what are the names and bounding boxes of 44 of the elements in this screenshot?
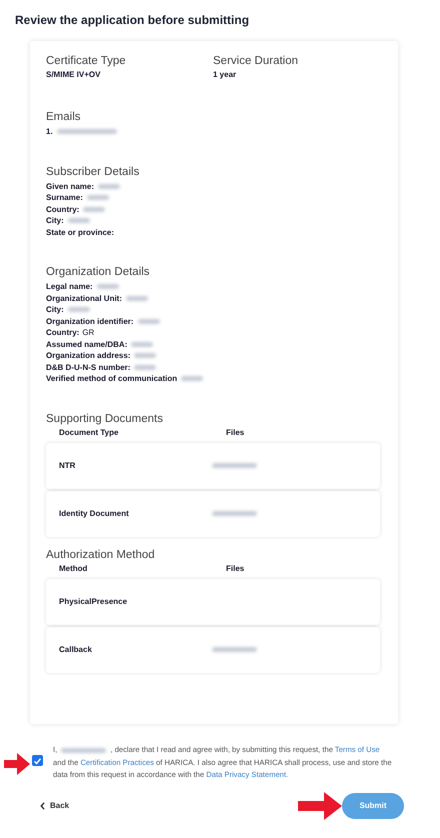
field-label: Organizational Unit: xyxy=(46,294,122,303)
field-label: State or province: xyxy=(46,228,114,237)
redacted-value xyxy=(212,463,257,468)
section-heading: Emails xyxy=(46,111,82,123)
redacted-value xyxy=(212,647,257,652)
column-header: Method xyxy=(59,564,88,572)
table-cell-text: Callback xyxy=(59,645,93,654)
column-header: Files xyxy=(226,564,246,572)
field-label: Legal name: xyxy=(46,282,93,292)
column-header: Document Type xyxy=(59,428,120,436)
redacted-value xyxy=(61,748,106,752)
section-heading: Certificate Type xyxy=(46,55,127,67)
field-value: 1 year xyxy=(213,70,238,79)
back-button[interactable]: Back xyxy=(40,801,70,810)
field-value: GR xyxy=(82,328,94,338)
field-label: City: xyxy=(46,216,64,226)
table-cell-text: PhysicalPresence xyxy=(59,597,128,606)
section-heading: Organization Details xyxy=(46,266,151,278)
arrow-icon xyxy=(4,753,30,775)
section-heading: Service Duration xyxy=(213,55,300,67)
field-label: Country: xyxy=(46,204,80,214)
field-value: S/MIME IV+OV xyxy=(46,70,102,79)
field-label: Surname: xyxy=(46,193,83,202)
field-label: Assumed name/DBA: xyxy=(46,340,128,349)
field-label: Country: xyxy=(46,328,80,338)
chevron-left-icon xyxy=(40,802,45,810)
redacted-value xyxy=(212,511,257,516)
arrow-icon xyxy=(298,792,342,820)
submit-button[interactable]: Submit xyxy=(342,792,404,818)
page-title: Review the application before submitting xyxy=(15,13,250,27)
section-heading: Subscriber Details xyxy=(46,166,140,178)
field-label: D&B D-U-N-S number: xyxy=(46,362,130,372)
table-cell-text: NTR xyxy=(59,461,76,470)
field-label: Verified method of communication xyxy=(46,374,178,384)
field-label: Given name: xyxy=(46,182,94,191)
field-label: City: xyxy=(46,305,64,314)
field-label: Organization address: xyxy=(46,351,130,360)
checkbox[interactable] xyxy=(32,755,43,766)
section-heading: Supporting Documents xyxy=(46,412,164,424)
column-header: Files xyxy=(226,428,246,436)
field-label: Organization identifier: xyxy=(46,316,134,326)
table-cell-text: Identity Document xyxy=(59,509,130,518)
section-heading: Authorization Method xyxy=(46,548,156,560)
list-number: 1. xyxy=(46,127,53,136)
